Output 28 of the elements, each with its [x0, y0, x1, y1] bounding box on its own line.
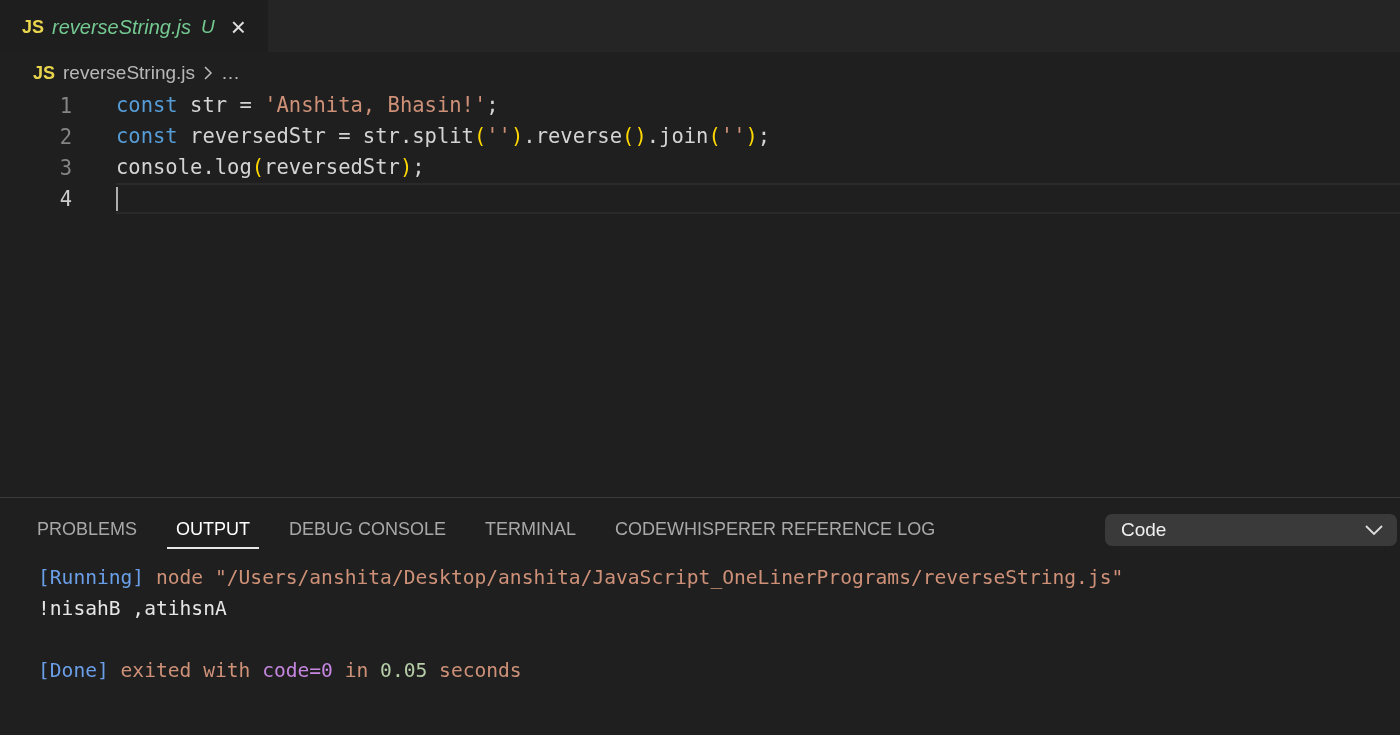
untracked-status: U [200, 16, 215, 38]
output-channel-dropdown[interactable]: Code [1105, 514, 1397, 546]
line-number: 3 [58, 155, 72, 180]
panel-tab[interactable]: OUTPUT [167, 511, 260, 549]
line-number: 1 [58, 93, 72, 118]
editor-tab[interactable]: JS reverseString.js U × [0, 0, 268, 52]
breadcrumb-file[interactable]: reverseString.js [63, 62, 196, 84]
chevron-right-icon [203, 65, 214, 81]
close-tab-button[interactable]: × [226, 14, 250, 40]
js-file-icon: JS [33, 62, 56, 84]
breadcrumb-more[interactable]: … [221, 62, 241, 84]
dropdown-value: Code [1121, 519, 1167, 541]
code-line: const reversedStr = str.split('').reverse().join(''); [116, 123, 771, 150]
panel-tab[interactable]: PROBLEMS [28, 511, 147, 549]
panel-tab[interactable]: CODEWHISPERER REFERENCE LOG [606, 511, 945, 549]
output-line: [Done] exited with code=0 in 0.05 seconds [38, 658, 523, 684]
chevron-down-icon [1365, 525, 1383, 535]
js-file-icon: JS [22, 16, 45, 38]
code-line: console.log(reversedStr); [116, 154, 425, 181]
code-line: const str = 'Anshita, Bhasin!'; [116, 92, 499, 119]
output-line: [Running] node "/Users/anshita/Desktop/anshita/JavaScript_OneLinerPrograms/reverseString.js" [38, 565, 1125, 591]
line-number: 2 [58, 124, 72, 149]
line-number: 4 [58, 186, 72, 211]
panel-tab[interactable]: DEBUG CONSOLE [280, 511, 456, 549]
output-line: !nisahB ,atihsnA [38, 596, 228, 622]
panel-tab[interactable]: TERMINAL [476, 511, 586, 549]
text-cursor [116, 186, 118, 211]
tab-filename: reverseString.js [52, 15, 191, 39]
